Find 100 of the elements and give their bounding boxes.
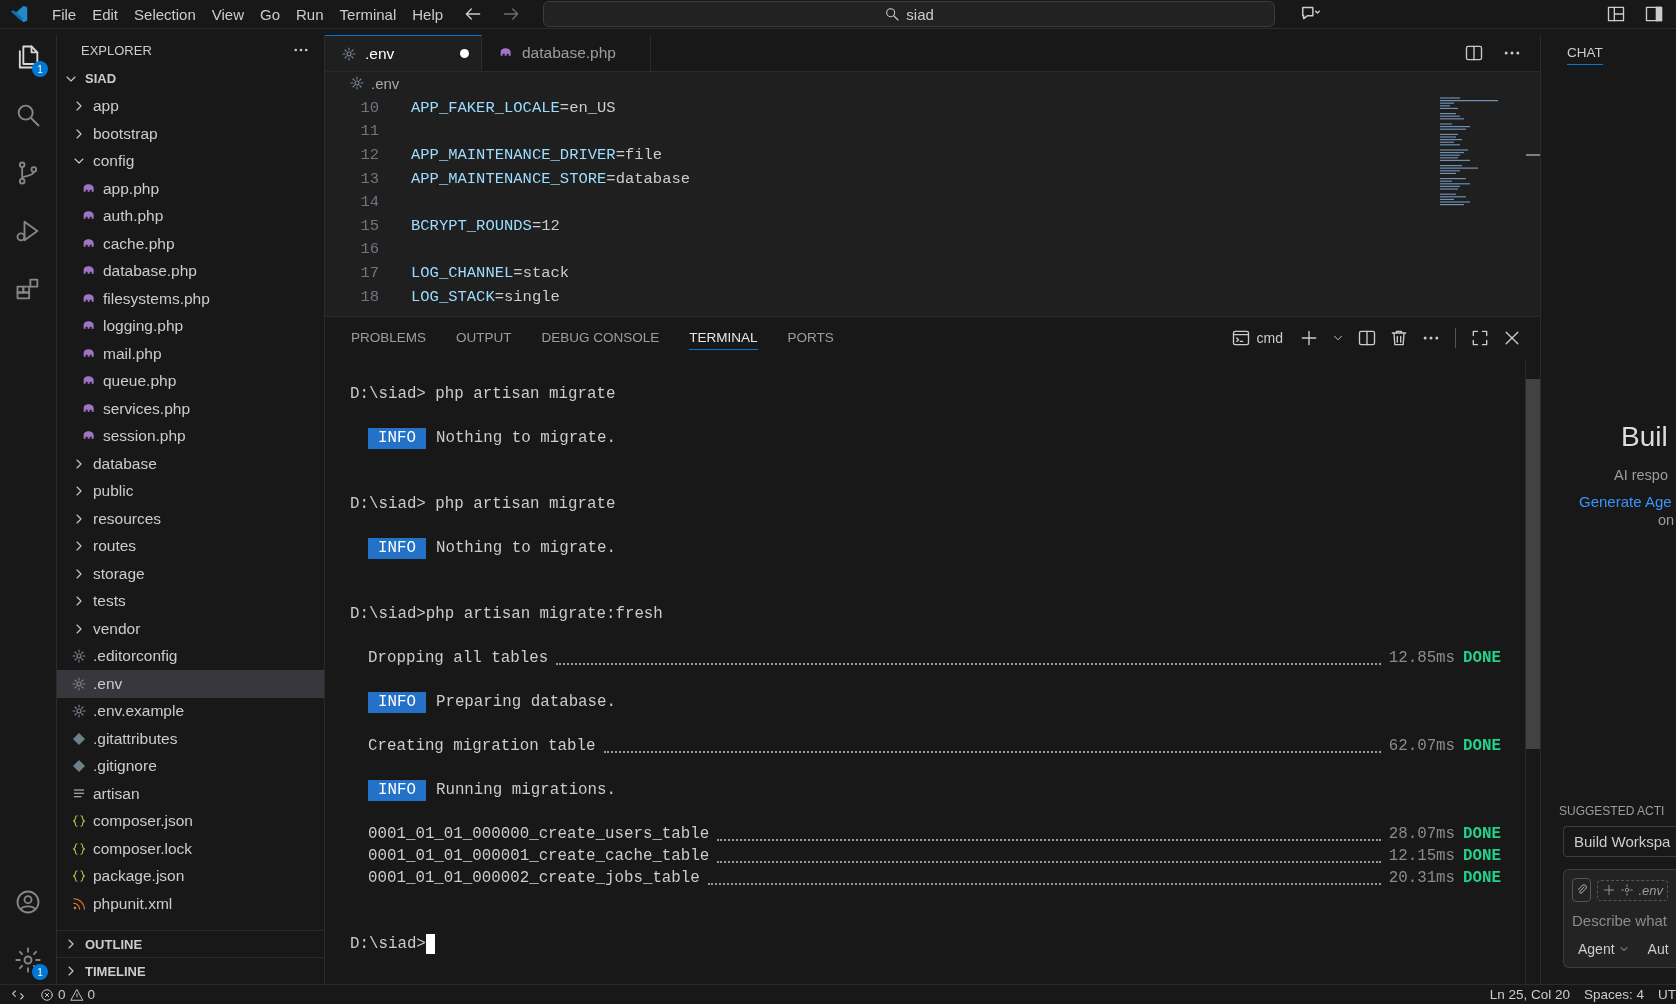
link[interactable]: Generate Age <box>1541 493 1676 510</box>
tree-item[interactable]: routes <box>57 532 324 560</box>
duration: 28.07ms <box>1388 825 1456 843</box>
tree-item[interactable]: database.php <box>57 257 324 285</box>
split-icon[interactable] <box>1357 328 1377 348</box>
terminal-line: Running migrations. <box>435 781 617 799</box>
section-title: SUGGESTED ACTI <box>1558 804 1666 818</box>
menu-item[interactable]: View <box>203 3 252 25</box>
tree-item[interactable]: logging.php <box>57 312 324 340</box>
terminal-line: D:\siad>php artisan migrate:fresh <box>350 605 663 623</box>
tree-item[interactable]: services.php <box>57 395 324 423</box>
terminal-line: D:\siad> <box>350 935 426 953</box>
plus-icon[interactable] <box>1299 328 1319 348</box>
menu-item[interactable]: Go <box>252 3 288 25</box>
chat-tab[interactable]: CHAT <box>1567 41 1603 65</box>
split-editor-icon[interactable] <box>1464 43 1484 63</box>
tree-item[interactable]: session.php <box>57 422 324 450</box>
search-field[interactable]: siad <box>543 1 1276 27</box>
menu-item[interactable]: Selection <box>126 3 204 25</box>
account-icon[interactable] <box>14 888 42 916</box>
menu-item[interactable]: Terminal <box>331 3 405 25</box>
menu-item[interactable]: Help <box>404 3 452 25</box>
tree-item[interactable]: vendor <box>57 615 324 643</box>
tree-item[interactable]: app <box>57 92 324 120</box>
panel-tab[interactable]: TERMINAL <box>689 326 758 350</box>
tree-item[interactable]: .gitattributes <box>57 725 324 753</box>
tree-item[interactable]: .editorconfig <box>57 642 324 670</box>
tree-item[interactable]: bootstrap <box>57 120 324 148</box>
trash-icon[interactable] <box>1389 328 1409 348</box>
maximize-icon[interactable] <box>1470 328 1490 348</box>
tree-item[interactable]: tests <box>57 587 324 615</box>
tree-item[interactable]: .gitignore <box>57 752 324 780</box>
scrollbar-thumb[interactable] <box>1526 379 1540 749</box>
line-number: 10 <box>359 98 380 117</box>
status-text: DONE <box>1463 869 1501 887</box>
panel-tab[interactable]: DEBUG CONSOLE <box>541 326 660 350</box>
menu-item[interactable]: File <box>44 3 85 25</box>
braces-icon <box>71 840 87 857</box>
panel-tab[interactable]: OUTPUT <box>456 326 512 350</box>
diamond-icon <box>71 758 87 775</box>
gear-icon <box>71 703 87 720</box>
editor-tab[interactable]: .env <box>325 35 482 71</box>
menu-item[interactable]: Run <box>288 3 332 25</box>
duration: 62.07ms <box>1388 737 1456 755</box>
menu-item[interactable]: Edit <box>84 3 127 25</box>
tree-item[interactable]: queue.php <box>57 367 324 395</box>
tree-item[interactable]: composer.lock <box>57 835 324 863</box>
tree-item[interactable]: package.json <box>57 862 324 890</box>
tree-item[interactable]: app.php <box>57 175 324 203</box>
panel-tab[interactable]: PORTS <box>787 326 834 350</box>
scrollbar-thumb[interactable] <box>1526 154 1540 156</box>
mode-dropdown[interactable]: Agent <box>1572 939 1636 959</box>
duration: 20.31ms <box>1388 869 1456 887</box>
terminal-line: 0001_01_01_000000_create_users_table <box>368 825 710 843</box>
tree-item[interactable]: mail.php <box>57 340 324 368</box>
gear-icon <box>341 45 357 62</box>
tree-item[interactable]: public <box>57 477 324 505</box>
line-number: 17 <box>359 263 380 282</box>
cursor-position[interactable]: Ln 25, Col 20 <box>1489 987 1570 1002</box>
terminal-selector[interactable]: cmd <box>1230 328 1283 348</box>
paperclip-icon[interactable] <box>1572 878 1592 902</box>
terminal-line: Dropping all tables <box>368 649 549 667</box>
indentation[interactable]: Spaces: 4 <box>1583 987 1644 1002</box>
suggestion-button[interactable]: Build Workspa <box>1563 826 1676 857</box>
tree-item[interactable]: auth.php <box>57 202 324 230</box>
tree-item[interactable]: .env <box>57 670 324 698</box>
status-text: DONE <box>1463 825 1501 843</box>
code-line: BCRYPT_ROUNDS=12 <box>411 216 560 235</box>
tree-item[interactable]: cache.php <box>57 230 324 258</box>
line-number: 12 <box>359 146 380 164</box>
context-chip[interactable]: .env <box>1597 879 1668 901</box>
tree-item[interactable]: resources <box>57 505 324 533</box>
tree-item[interactable]: artisan <box>57 780 324 808</box>
editor-tab[interactable]: database.php <box>482 35 651 71</box>
tree-item[interactable]: phpunit.xml <box>57 890 324 918</box>
breadcrumb-item[interactable]: .env <box>325 72 1540 94</box>
tree-item[interactable]: composer.json <box>57 807 324 835</box>
tree-item[interactable]: storage <box>57 560 324 588</box>
tree-item[interactable]: .env.example <box>57 697 324 725</box>
line-number: 18 <box>359 287 380 306</box>
code-line: APP_MAINTENANCE_STORE=database <box>411 169 691 188</box>
tree-item[interactable]: config <box>57 147 324 175</box>
code-line: LOG_STACK=single <box>411 287 560 306</box>
sidebar-toggle-icon[interactable] <box>1644 4 1664 24</box>
settings-icon[interactable] <box>14 946 42 974</box>
info-tag: INFO <box>368 427 426 449</box>
section-header[interactable]: TIMELINE <box>57 957 324 984</box>
section-header[interactable]: OUTLINE <box>57 930 324 957</box>
tree-item[interactable]: filesystems.php <box>57 285 324 313</box>
rss-icon <box>71 895 87 912</box>
info-tag: INFO <box>368 537 426 559</box>
tree-item[interactable]: database <box>57 450 324 478</box>
panel-tab[interactable]: PROBLEMS <box>351 326 427 350</box>
tree-item[interactable]: SIAD <box>57 65 324 93</box>
encoding[interactable]: UT <box>1658 987 1676 1002</box>
line-number: 11 <box>359 122 380 141</box>
layout-icon[interactable] <box>1606 4 1626 24</box>
model-dropdown[interactable]: Aut <box>1641 939 1675 959</box>
chat-input[interactable]: .env Describe what Agent Aut <box>1563 869 1676 968</box>
problems-indicator[interactable]: 0 0 <box>40 987 96 1002</box>
